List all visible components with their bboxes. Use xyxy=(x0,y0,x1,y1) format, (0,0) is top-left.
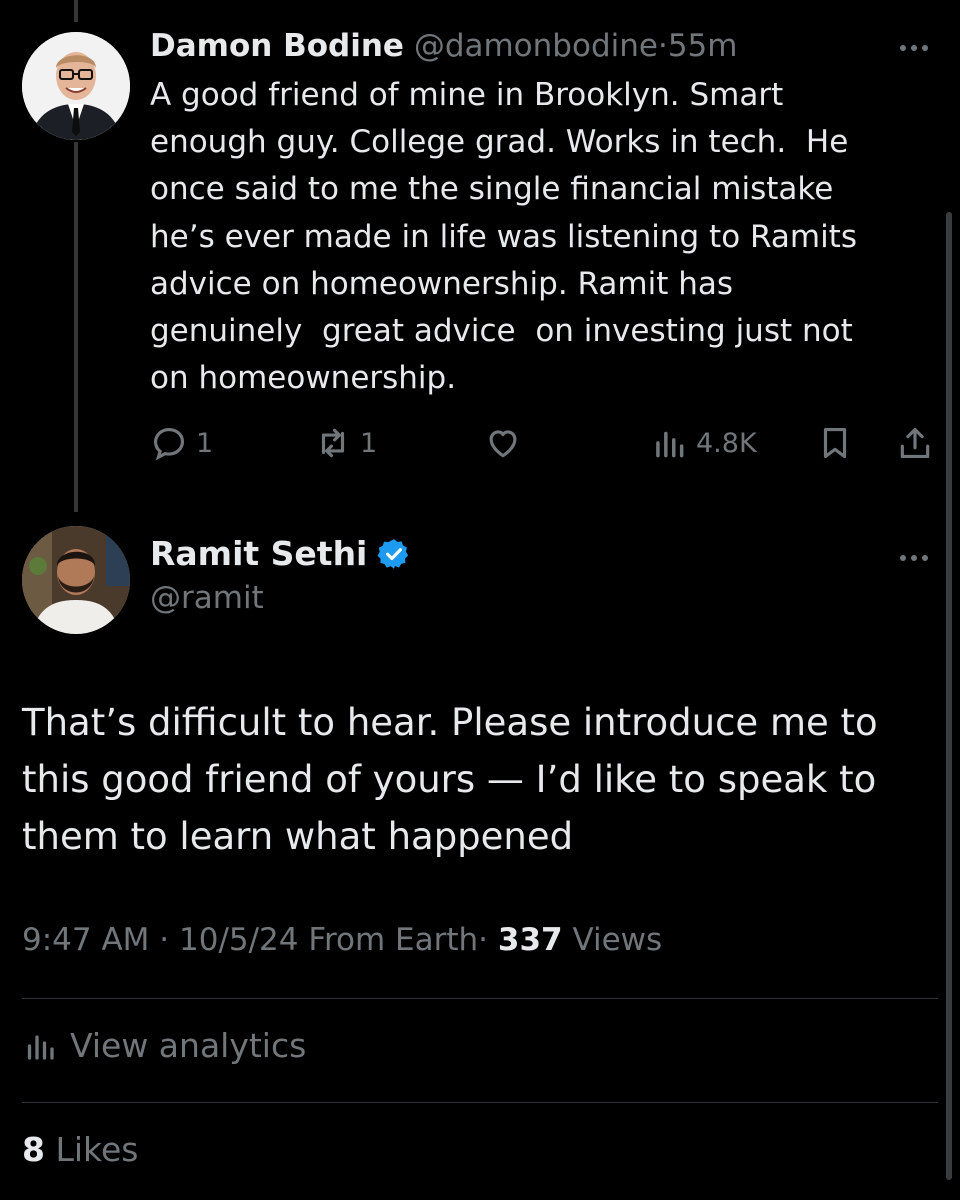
likes-summary[interactable]: 8 Likes xyxy=(22,1130,138,1169)
analytics-bars-icon xyxy=(27,1034,54,1060)
repost-icon xyxy=(321,428,345,458)
reply-more-options-button[interactable] xyxy=(894,548,934,568)
parent-action-bar: 1 1 4.8K xyxy=(150,418,940,468)
likes-count: 8 xyxy=(22,1130,45,1169)
divider xyxy=(22,998,938,999)
tweet-meta: 9:47 AM · 10/5/24 From Earth· 337 Views xyxy=(22,922,662,958)
bookmark-button[interactable] xyxy=(816,418,854,468)
parent-timestamp[interactable]: 55m xyxy=(668,28,738,64)
analytics-bars-icon xyxy=(656,431,684,458)
like-button[interactable] xyxy=(484,418,522,468)
bookmark-icon xyxy=(823,427,847,459)
reply-icon xyxy=(153,427,185,461)
thread-connector-top xyxy=(74,0,78,22)
header-separator: · xyxy=(657,28,668,64)
heart-icon xyxy=(489,430,517,458)
view-count: 4.8K xyxy=(696,427,757,459)
reply-display-name-row: Ramit Sethi xyxy=(150,534,411,573)
repost-count: 1 xyxy=(360,427,378,459)
share-icon xyxy=(900,427,930,459)
parent-tweet-header: Damon Bodine @damonbodine·55m xyxy=(150,24,870,68)
parent-tweet-text: A good friend of mine in Brooklyn. Smart… xyxy=(150,77,857,397)
view-analytics-label: View analytics xyxy=(70,1026,307,1065)
parent-display-name[interactable]: Damon Bodine xyxy=(150,28,404,64)
dot-icon xyxy=(900,555,906,561)
view-analytics-button[interactable]: View analytics xyxy=(22,1026,306,1065)
dot-icon xyxy=(900,45,906,51)
divider xyxy=(22,1102,938,1103)
meta-separator: · xyxy=(159,922,170,958)
parent-avatar[interactable] xyxy=(22,32,130,140)
reply-avatar[interactable] xyxy=(22,526,130,634)
reply-count: 1 xyxy=(196,427,214,459)
parent-handle[interactable]: @damonbodine xyxy=(414,28,658,64)
meta-separator: · xyxy=(478,922,489,958)
tweet-source: From Earth xyxy=(308,922,479,958)
parent-more-options-button[interactable] xyxy=(894,38,934,58)
tweet-date[interactable]: 10/5/24 xyxy=(179,922,299,958)
dot-icon xyxy=(911,555,917,561)
likes-label: Likes xyxy=(55,1130,139,1169)
dot-icon xyxy=(922,555,928,561)
tweet-time[interactable]: 9:47 AM xyxy=(22,922,149,958)
reply-tweet-text: That’s difficult to hear. Please introdu… xyxy=(22,701,878,858)
thread-connector xyxy=(74,142,78,512)
reply-handle[interactable]: @ramit xyxy=(150,580,264,616)
reply-display-name[interactable]: Ramit Sethi xyxy=(150,534,367,573)
dot-icon xyxy=(922,45,928,51)
person-glasses-suit-avatar-icon xyxy=(22,32,130,140)
scrollbar[interactable] xyxy=(946,212,952,1180)
reply-button[interactable]: 1 xyxy=(150,418,213,468)
repost-button[interactable]: 1 xyxy=(314,418,377,468)
dot-icon xyxy=(911,45,917,51)
views-label: Views xyxy=(572,922,663,958)
views-button[interactable]: 4.8K xyxy=(650,418,757,468)
verified-badge-icon[interactable] xyxy=(377,537,411,571)
person-beard-avatar-icon xyxy=(22,526,130,634)
views-count: 337 xyxy=(497,922,563,958)
share-button[interactable] xyxy=(896,418,934,468)
